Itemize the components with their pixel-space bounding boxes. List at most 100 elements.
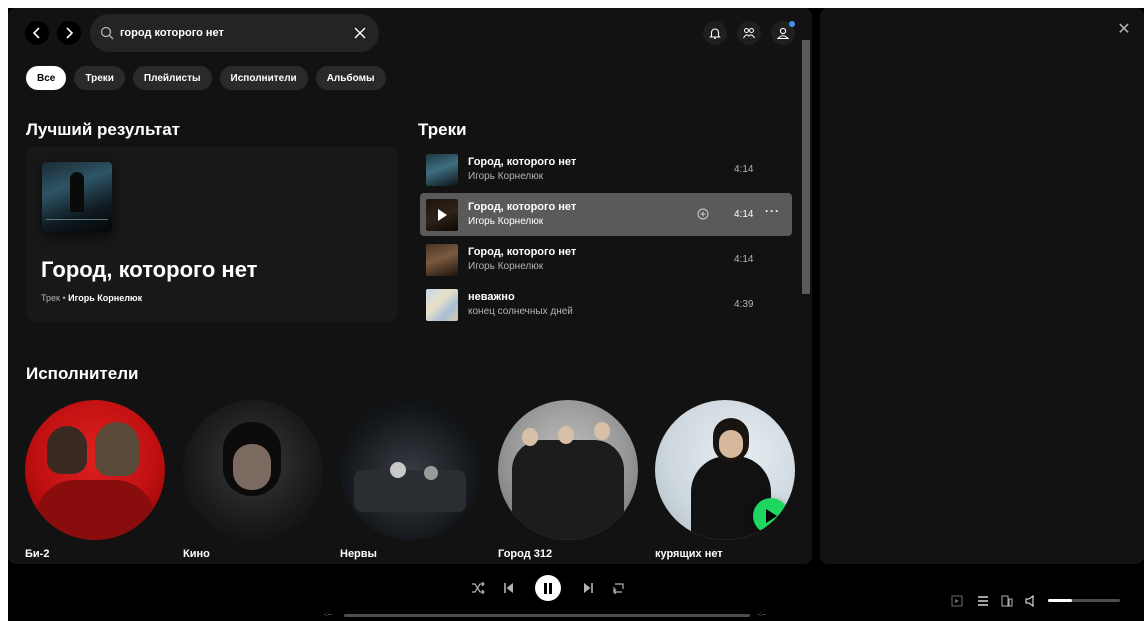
track-row[interactable]: Город, которого нет Игорь Корнелюк 4:14 … [420, 193, 792, 236]
artist-play-button[interactable] [753, 498, 789, 534]
search-icon [100, 26, 114, 40]
artist-card[interactable]: курящих нет [655, 400, 795, 560]
repeat-button[interactable] [610, 580, 626, 596]
track-title[interactable]: неважно [468, 291, 515, 303]
best-result-meta: Трек • Игорь Корнелюк [41, 293, 142, 303]
notification-dot [789, 21, 795, 27]
track-title[interactable]: Город, которого нет [468, 246, 576, 258]
filter-all[interactable]: Все [26, 66, 67, 90]
users-icon [743, 28, 755, 39]
time-elapsed: -:-- [324, 612, 332, 618]
user-icon [776, 27, 790, 40]
artist-image [25, 400, 165, 540]
volume-icon [1025, 595, 1034, 607]
artist-card[interactable]: Би-2 [25, 400, 165, 560]
volume-level [1048, 599, 1072, 602]
app-window: город которого нет Все Треки Плейлисты И… [8, 8, 1144, 621]
chevron-right-icon [66, 27, 74, 39]
artist-name[interactable]: Кино [183, 548, 210, 560]
shuffle-icon [472, 582, 485, 594]
track-duration: 4:14 [734, 254, 754, 265]
track-cover [426, 289, 458, 321]
more-options-icon[interactable]: ··· [765, 204, 780, 218]
play-pause-button[interactable] [535, 575, 561, 601]
artist-name[interactable]: Нервы [340, 548, 377, 560]
artist-card[interactable]: Город 312 [498, 400, 638, 560]
connect-device-button[interactable] [1000, 594, 1014, 608]
artist-card[interactable]: Кино [183, 400, 323, 560]
play-icon [766, 509, 777, 523]
filter-tracks[interactable]: Треки [74, 66, 125, 90]
close-icon[interactable] [353, 26, 367, 40]
close-panel-icon[interactable]: ✕ [1116, 22, 1132, 38]
artist-image [498, 400, 638, 540]
meta-separator: • [62, 293, 66, 303]
shuffle-button[interactable] [470, 580, 486, 596]
right-panel: ✕ [820, 8, 1144, 564]
tracks-heading: Треки [418, 120, 467, 139]
mute-button[interactable] [1024, 594, 1038, 608]
filter-artists[interactable]: Исполнители [219, 66, 308, 90]
back-button[interactable] [25, 21, 49, 45]
track-row[interactable]: неважно конец солнечных дней 4:39 [420, 283, 792, 326]
artists-heading: Исполнители [26, 364, 139, 383]
queue-icon [978, 596, 988, 606]
play-icon [438, 209, 447, 221]
filter-playlists[interactable]: Плейлисты [132, 66, 212, 90]
repeat-icon [612, 583, 624, 594]
artist-name[interactable]: Би-2 [25, 548, 49, 560]
artist-name[interactable]: Город 312 [498, 548, 552, 560]
track-artist[interactable]: Игорь Корнелюк [468, 171, 543, 182]
friend-activity-button[interactable] [737, 21, 761, 45]
search-bar[interactable]: город которого нет [90, 14, 379, 52]
best-result-cover [42, 162, 112, 232]
now-playing-icon [951, 595, 963, 607]
track-play-button[interactable] [426, 199, 458, 231]
artist-image [340, 400, 480, 540]
time-total: -:-- [758, 612, 766, 618]
chevron-left-icon [32, 27, 40, 39]
search-input[interactable]: город которого нет [120, 27, 353, 39]
search-filters: Все Треки Плейлисты Исполнители Альбомы [26, 66, 386, 90]
player-bar: -:-- -:-- [8, 568, 1144, 621]
track-artist[interactable]: Игорь Корнелюк [468, 261, 543, 272]
artist-name[interactable]: курящих нет [655, 548, 723, 560]
bell-icon [709, 28, 721, 39]
best-result-type: Трек [41, 293, 60, 303]
add-to-library-icon[interactable] [697, 208, 709, 220]
best-result-artist[interactable]: Игорь Корнелюк [68, 293, 142, 303]
skip-back-icon [504, 583, 513, 593]
queue-button[interactable] [976, 594, 990, 608]
main-scrollbar[interactable] [802, 40, 810, 294]
artist-image [655, 400, 795, 540]
track-title[interactable]: Город, которого нет [468, 201, 576, 213]
best-result-title[interactable]: Город, которого нет [41, 257, 257, 283]
notifications-button[interactable] [703, 21, 727, 45]
profile-button[interactable] [771, 21, 795, 45]
best-result-card[interactable]: Город, которого нет Трек • Игорь Корнелю… [26, 147, 398, 321]
track-row[interactable]: Город, которого нет Игорь Корнелюк 4:14 [420, 238, 792, 281]
filter-albums[interactable]: Альбомы [315, 66, 386, 90]
artist-image [183, 400, 323, 540]
devices-icon [1001, 595, 1013, 607]
previous-button[interactable] [501, 580, 517, 596]
best-result-heading: Лучший результат [26, 120, 181, 139]
track-duration: 4:14 [734, 209, 754, 220]
track-artist[interactable]: Игорь Корнелюк [468, 216, 543, 227]
track-cover [426, 154, 458, 186]
next-button[interactable] [580, 580, 596, 596]
artist-card[interactable]: Нервы [340, 400, 480, 560]
track-artist[interactable]: конец солнечных дней [468, 306, 573, 317]
skip-forward-icon [584, 583, 593, 593]
track-cover [426, 244, 458, 276]
track-title[interactable]: Город, которого нет [468, 156, 576, 168]
progress-bar[interactable] [344, 614, 750, 617]
now-playing-view-button[interactable] [950, 594, 964, 608]
track-row[interactable]: Город, которого нет Игорь Корнелюк 4:14 [420, 148, 792, 191]
main-panel: город которого нет Все Треки Плейлисты И… [8, 8, 812, 564]
volume-slider[interactable] [1048, 599, 1120, 602]
forward-button[interactable] [57, 21, 81, 45]
track-duration: 4:14 [734, 164, 754, 175]
track-duration: 4:39 [734, 299, 754, 310]
track-cover [426, 199, 458, 231]
